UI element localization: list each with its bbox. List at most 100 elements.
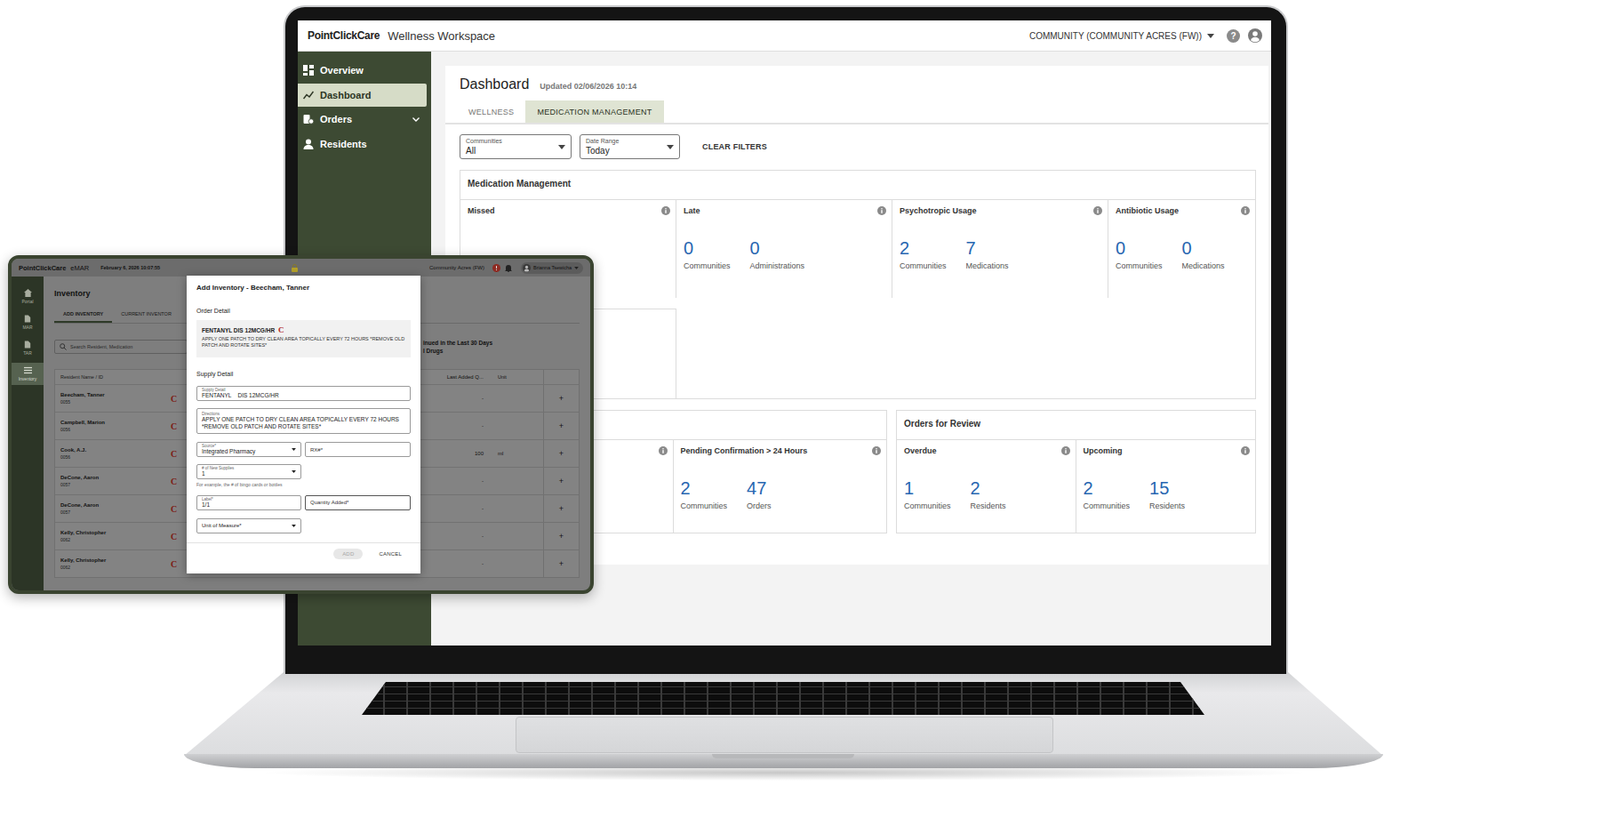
sidebar-item[interactable]: Dashboard	[297, 83, 427, 107]
orders-pill-icon	[303, 113, 314, 125]
stat[interactable]: 0 Medications	[1182, 238, 1225, 271]
stat-value[interactable]: 1	[904, 478, 952, 498]
filter-select[interactable]: Date RangeToday	[579, 134, 680, 160]
rail-item[interactable]: TAR	[11, 336, 44, 360]
last-added: -	[428, 533, 491, 539]
orders-review-card: Orders for ReviewOverdue1Communities2Res…	[896, 409, 1256, 534]
stat[interactable]: 2Communities	[899, 238, 947, 271]
laptop-base	[184, 672, 1384, 784]
select-field[interactable]: Source*Integrated Pharmacy	[196, 441, 302, 457]
rail-label: MAR	[22, 324, 32, 330]
add-button[interactable]: +	[544, 476, 579, 486]
search-icon	[60, 344, 65, 349]
clear-filters-button[interactable]: CLEAR FILTERS	[702, 142, 768, 152]
add-button[interactable]: +	[544, 504, 579, 513]
text-field[interactable]: DirectionsAPPLY ONE PATCH TO DRY CLEAN A…	[196, 408, 411, 434]
lid-notch	[712, 753, 855, 759]
sidebar-item[interactable]: Overview	[297, 58, 427, 82]
resident-id: 0062	[60, 564, 171, 570]
search-icon	[64, 347, 67, 351]
select-field[interactable]: # of New Supplies1	[196, 464, 302, 480]
home-icon	[24, 288, 32, 297]
metric-title: Psychotropic Usage	[899, 206, 977, 216]
search-field[interactable]	[54, 339, 188, 354]
info-icon	[1093, 206, 1103, 216]
document-icon	[24, 314, 32, 323]
info-icon	[1096, 208, 1099, 210]
sidebar-item[interactable]: Orders	[297, 107, 427, 131]
stat-value[interactable]: 0	[683, 238, 731, 258]
stat-value[interactable]: 2	[899, 238, 947, 258]
emar-logo[interactable]: PointClickCare	[18, 264, 66, 272]
trackpad[interactable]	[515, 716, 1054, 753]
user-avatar-icon	[525, 264, 528, 268]
stat-label: Medications	[1182, 261, 1225, 271]
lock-icon	[291, 267, 298, 272]
stat-value[interactable]: 0	[1115, 238, 1163, 258]
stat[interactable]: 2Residents	[970, 478, 1007, 511]
rx-input[interactable]	[304, 441, 411, 457]
inventory-tab[interactable]: ADD INVENTORY	[54, 305, 112, 323]
stat[interactable]: 7Medications	[966, 238, 1009, 271]
add-button[interactable]: +	[544, 559, 579, 568]
text-field[interactable]: Supply DetailFENTANYL DIS 12MCG/HR	[196, 385, 411, 401]
stat[interactable]: 47Orders	[746, 478, 772, 511]
user-avatar-icon	[1248, 28, 1263, 43]
help-button[interactable]: ?	[1226, 29, 1240, 43]
add-button[interactable]: +	[544, 393, 579, 403]
rail-item[interactable]: MAR	[11, 311, 44, 334]
community-selector[interactable]: COMMUNITY (COMMUNITY ACRES (FW))	[1029, 31, 1215, 41]
stat[interactable]: 0Administrations	[750, 238, 806, 271]
emar-community[interactable]: Community Acres (FW)	[429, 264, 485, 271]
user-menu[interactable]: Brianna Tsewicha	[520, 262, 584, 274]
stat-value[interactable]: 7	[966, 238, 1009, 258]
stat-value[interactable]: 2	[1083, 478, 1131, 498]
field-placeholder: Unit of Measure*	[201, 521, 289, 529]
info-icon	[1093, 206, 1103, 216]
home-icon	[24, 288, 32, 297]
stat[interactable]: 1Communities	[904, 478, 952, 511]
stat-value[interactable]: 2	[970, 478, 1007, 498]
info-icon	[1240, 206, 1250, 216]
select-field[interactable]: Unit of Measure*	[196, 518, 302, 534]
dashboard-tab[interactable]: MEDICATION MANAGEMENT	[525, 100, 664, 123]
user-avatar-icon	[1248, 28, 1263, 43]
overview-grid-icon	[309, 64, 314, 69]
keyboard[interactable]	[361, 681, 1205, 715]
column-header: Resident Name / ID	[55, 374, 171, 380]
search-input[interactable]	[70, 344, 177, 350]
stat-label: Communities	[680, 501, 728, 511]
alert-badge-icon	[492, 264, 501, 272]
stat[interactable]: 15Residents	[1149, 478, 1185, 511]
stat[interactable]: 2Communities	[1083, 478, 1131, 511]
dashboard-tab[interactable]: WELLNESS	[456, 100, 526, 123]
rail-item[interactable]: Portal	[11, 285, 44, 308]
stat[interactable]: 2 Communities	[680, 478, 728, 511]
summary-line: l Drugs	[423, 346, 493, 355]
inventory-tab[interactable]: CURRENT INVENTOR	[112, 305, 181, 323]
add-button[interactable]: +	[544, 531, 579, 541]
quantity-input[interactable]	[304, 495, 411, 511]
cancel-button[interactable]: CANCEL	[369, 548, 411, 560]
stat-value[interactable]: 47	[746, 478, 772, 498]
add-button[interactable]: +	[544, 421, 579, 431]
stat-value[interactable]: 0	[750, 238, 806, 258]
rail-item[interactable]: Inventory	[11, 362, 44, 385]
add-button[interactable]: +	[544, 448, 579, 458]
text-field[interactable]: Label*1/1	[196, 495, 302, 511]
field-text: Unit of Measure*	[201, 521, 289, 529]
stat[interactable]: 0Communities	[683, 238, 731, 271]
stat-value[interactable]: 2	[680, 478, 728, 498]
stat-value[interactable]: 15	[1149, 478, 1185, 498]
filter-select[interactable]: CommunitiesAll	[459, 134, 572, 160]
brand-logo[interactable]: PointClickCare	[307, 29, 380, 42]
stat[interactable]: 0Communities	[1115, 238, 1163, 271]
metric-title: Upcoming	[1083, 446, 1123, 456]
filter-text: CommunitiesAll	[465, 137, 559, 157]
user-name: Brianna Tsewicha	[533, 264, 572, 271]
sidebar-item[interactable]: Residents	[297, 132, 427, 156]
filter-summary: inued in the Last 30 Daysl Drugs	[423, 338, 493, 355]
unit-cell: ml	[490, 440, 544, 467]
stat-value[interactable]: 0	[1182, 238, 1225, 258]
metric-cell: Psychotropic Usage 2Communities 7Medicatio…	[892, 200, 1109, 298]
